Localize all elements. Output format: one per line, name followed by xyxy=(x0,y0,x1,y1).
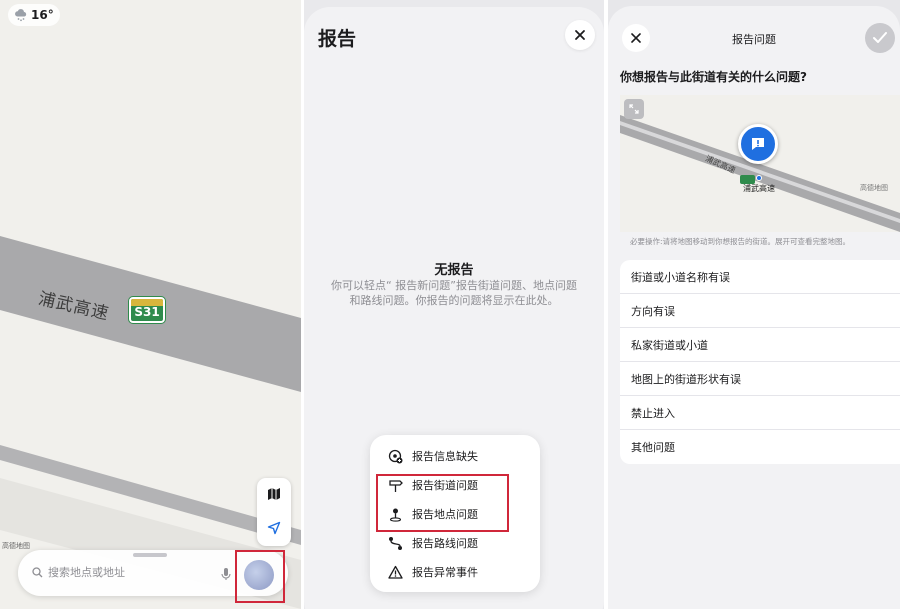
location-dot xyxy=(756,175,762,181)
search-placeholder: 搜索地点或地址 xyxy=(48,566,125,579)
instruction-note: 必要操作:请将地图移动到你想报告的街道。展开可查看完整地图。 xyxy=(630,237,851,246)
close-button[interactable] xyxy=(565,20,595,50)
route-icon xyxy=(389,536,402,550)
question-heading: 你想报告与此街道有关的什么问题? xyxy=(620,70,807,84)
empty-state-description: 你可以轻点“ 报告新问题”报告街道问题、地点问题和路线问题。你报告的问题将显示在… xyxy=(331,279,577,307)
option-wrong-shape[interactable]: 地图上的街道形状有误 xyxy=(620,362,900,396)
mini-map[interactable]: 浦武高速 浦武高速 高德地图 xyxy=(620,95,900,232)
search-field[interactable]: 搜索地点或地址 xyxy=(32,564,125,580)
highway-shield-label: S31 xyxy=(134,305,160,319)
checkmark-icon xyxy=(873,32,887,43)
map-attribution: 高德地图 xyxy=(860,184,888,192)
option-wrong-direction[interactable]: 方向有误 xyxy=(620,294,900,328)
issue-options-list: 街道或小道名称有误 方向有误 私家街道或小道 地图上的街道形状有误 禁止进入 其… xyxy=(620,260,900,464)
temperature: 16° xyxy=(31,8,54,22)
location-arrow-icon[interactable] xyxy=(267,520,281,539)
highlight-box-menu xyxy=(376,474,509,532)
page-title: 报告 xyxy=(318,28,357,50)
warning-icon xyxy=(388,565,403,579)
reports-screen: 报告 无报告 你可以轻点“ 报告新问题”报告街道问题、地点问题和路线问题。你报告… xyxy=(304,0,604,609)
menu-item-incident[interactable]: 报告异常事件 xyxy=(388,564,478,580)
menu-item-label: 报告信息缺失 xyxy=(412,450,478,463)
option-private-street[interactable]: 私家街道或小道 xyxy=(620,328,900,362)
sheet-grabber[interactable] xyxy=(133,553,167,557)
menu-item-missing-info[interactable]: 报告信息缺失 xyxy=(388,448,478,464)
expand-icon[interactable] xyxy=(624,99,644,119)
close-icon xyxy=(575,30,585,40)
add-location-icon xyxy=(388,449,403,463)
menu-item-label: 报告路线问题 xyxy=(412,537,478,550)
highlight-box-avatar xyxy=(235,550,285,603)
option-other[interactable]: 其他问题 xyxy=(620,430,900,464)
highway-shield: S31 xyxy=(129,297,165,323)
option-no-entry[interactable]: 禁止进入 xyxy=(620,396,900,430)
weather-badge: 16° xyxy=(8,4,60,26)
menu-item-route-issue[interactable]: 报告路线问题 xyxy=(388,535,478,551)
map-place-label: 浦武高速 xyxy=(743,184,775,193)
map-screen: 16° 浦武高速 S31 高德地图 搜索地点或地址 xyxy=(0,0,301,609)
report-pin-icon[interactable] xyxy=(738,124,778,164)
empty-state-title: 无报告 xyxy=(434,263,474,278)
page-title: 报告问题 xyxy=(732,33,776,46)
search-icon xyxy=(32,566,43,577)
map-attribution: 高德地图 xyxy=(2,542,30,550)
option-wrong-name[interactable]: 街道或小道名称有误 xyxy=(620,260,900,294)
map-mode-icon[interactable] xyxy=(267,486,281,505)
microphone-icon[interactable] xyxy=(221,566,231,585)
report-issue-screen: 报告问题 你想报告与此街道有关的什么问题? 浦武高速 浦武高速 高德地图 必要操… xyxy=(608,0,900,609)
done-button[interactable] xyxy=(865,23,895,53)
map-controls xyxy=(257,478,291,546)
menu-item-label: 报告异常事件 xyxy=(412,566,478,579)
cloud-snow-icon xyxy=(15,9,27,22)
